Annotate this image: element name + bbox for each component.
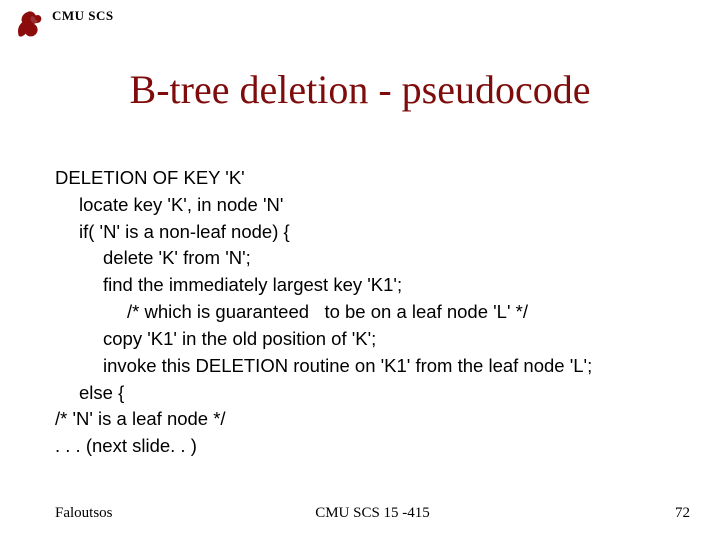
institution-label: CMU SCS xyxy=(52,8,114,24)
slide-footer: Faloutsos CMU SCS 15 -415 72 xyxy=(55,505,690,522)
code-line: /* which is guaranteed to be on a leaf n… xyxy=(55,299,680,326)
code-line: locate key 'K', in node 'N' xyxy=(55,192,680,219)
code-line: delete 'K' from 'N'; xyxy=(55,245,680,272)
code-line: copy 'K1' in the old position of 'K'; xyxy=(55,326,680,353)
slide-title: B-tree deletion - pseudocode xyxy=(0,66,720,113)
footer-page: 72 xyxy=(675,505,690,522)
footer-author: Faloutsos xyxy=(55,505,113,522)
code-line: DELETION OF KEY 'K' xyxy=(55,165,680,192)
code-line: . . . (next slide. . ) xyxy=(55,433,680,460)
footer-course: CMU SCS 15 -415 xyxy=(55,505,690,522)
code-line: invoke this DELETION routine on 'K1' fro… xyxy=(55,353,680,380)
code-line: if( 'N' is a non-leaf node) { xyxy=(55,219,680,246)
pseudocode-block: DELETION OF KEY 'K' locate key 'K', in n… xyxy=(55,165,680,460)
slide-header: CMU SCS xyxy=(12,6,114,42)
griffin-logo-icon xyxy=(12,6,46,42)
slide: CMU SCS B-tree deletion - pseudocode DEL… xyxy=(0,0,720,540)
code-line: else { xyxy=(55,380,680,407)
code-line: find the immediately largest key 'K1'; xyxy=(55,272,680,299)
code-line: /* 'N' is a leaf node */ xyxy=(55,406,680,433)
